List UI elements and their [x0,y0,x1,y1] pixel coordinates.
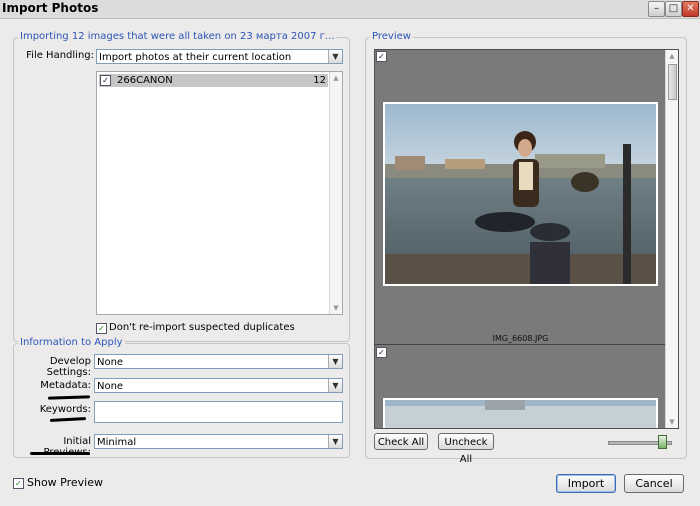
check-all-button[interactable]: Check All [374,433,428,450]
uncheck-all-button[interactable]: Uncheck All [438,433,494,465]
import-group-legend: Importing 12 images that were all taken … [18,31,337,42]
folder-count: 12 [313,75,326,86]
initial-previews-value: Minimal [97,437,137,448]
folder-list-scrollbar[interactable]: ▲ ▼ [329,72,342,314]
dropdown-arrow-icon: ▼ [328,50,342,63]
dialog-body: Importing 12 images that were all taken … [0,19,700,506]
minimize-button[interactable]: – [648,1,665,17]
preview-thumbnails[interactable]: ✓ IMG_6608.JPG ✓ ▲ ▼ [374,49,679,429]
info-group: Information to Apply Develop Settings: N… [13,337,350,458]
title-bar: Import Photos – □ ✕ [0,0,700,19]
annotation-underline-previews [30,452,90,455]
preview-scrollbar[interactable]: ▲ ▼ [665,50,678,428]
thumbnail-divider [375,344,678,345]
keywords-input[interactable] [94,401,343,423]
preview-group: Preview ✓ IMG_6608.JPG ✓ ▲ ▼ Check All U… [365,31,687,465]
duplicates-checkbox[interactable]: ✓ [96,323,107,334]
import-button[interactable]: Import [556,474,616,493]
slider-thumb[interactable] [658,435,668,449]
photo-image [385,400,656,428]
cancel-button[interactable]: Cancel [624,474,684,493]
photo-image [385,104,656,284]
photo-thumbnail[interactable] [383,398,658,428]
photo-thumbnail[interactable] [383,102,658,286]
show-preview-checkbox[interactable]: ✓ [13,478,24,489]
folder-row[interactable]: ✓ 266CANON 12 [99,74,328,87]
scroll-down-icon[interactable]: ▼ [666,416,678,428]
scroll-thumb[interactable] [668,64,677,100]
metadata-label: Metadata: [40,380,91,391]
show-preview-label: Show Preview [27,476,103,489]
folder-list[interactable]: ✓ 266CANON 12 ▲ ▼ [96,71,343,315]
initial-previews-dropdown[interactable]: Minimal ▼ [94,434,343,449]
image-checkbox[interactable]: ✓ [376,347,387,358]
file-handling-dropdown[interactable]: Import photos at their current location … [96,49,343,64]
keywords-label: Keywords: [39,404,91,415]
file-handling-label: File Handling: [26,50,94,61]
maximize-button[interactable]: □ [665,1,682,17]
duplicates-label: Don't re-import suspected duplicates [109,322,295,333]
folder-checkbox[interactable]: ✓ [100,75,111,86]
close-button[interactable]: ✕ [682,1,699,17]
metadata-dropdown[interactable]: None ▼ [94,378,343,393]
develop-settings-value: None [97,357,124,368]
develop-settings-label: Develop Settings: [46,356,91,378]
info-group-legend: Information to Apply [18,337,125,348]
scroll-down-icon[interactable]: ▼ [330,302,342,314]
scroll-up-icon[interactable]: ▲ [666,50,678,62]
file-handling-value: Import photos at their current location [99,52,292,63]
image-checkbox[interactable]: ✓ [376,51,387,62]
metadata-value: None [97,381,124,392]
dropdown-arrow-icon: ▼ [328,379,342,392]
preview-group-legend: Preview [370,31,413,42]
image-filename: IMG_6608.JPG [492,334,549,343]
window-title: Import Photos [2,1,99,15]
scroll-up-icon[interactable]: ▲ [330,72,342,84]
folder-name: 266CANON [117,75,173,86]
develop-settings-dropdown[interactable]: None ▼ [94,354,343,369]
import-group: Importing 12 images that were all taken … [13,31,350,342]
dropdown-arrow-icon: ▼ [328,435,342,448]
dropdown-arrow-icon: ▼ [328,355,342,368]
